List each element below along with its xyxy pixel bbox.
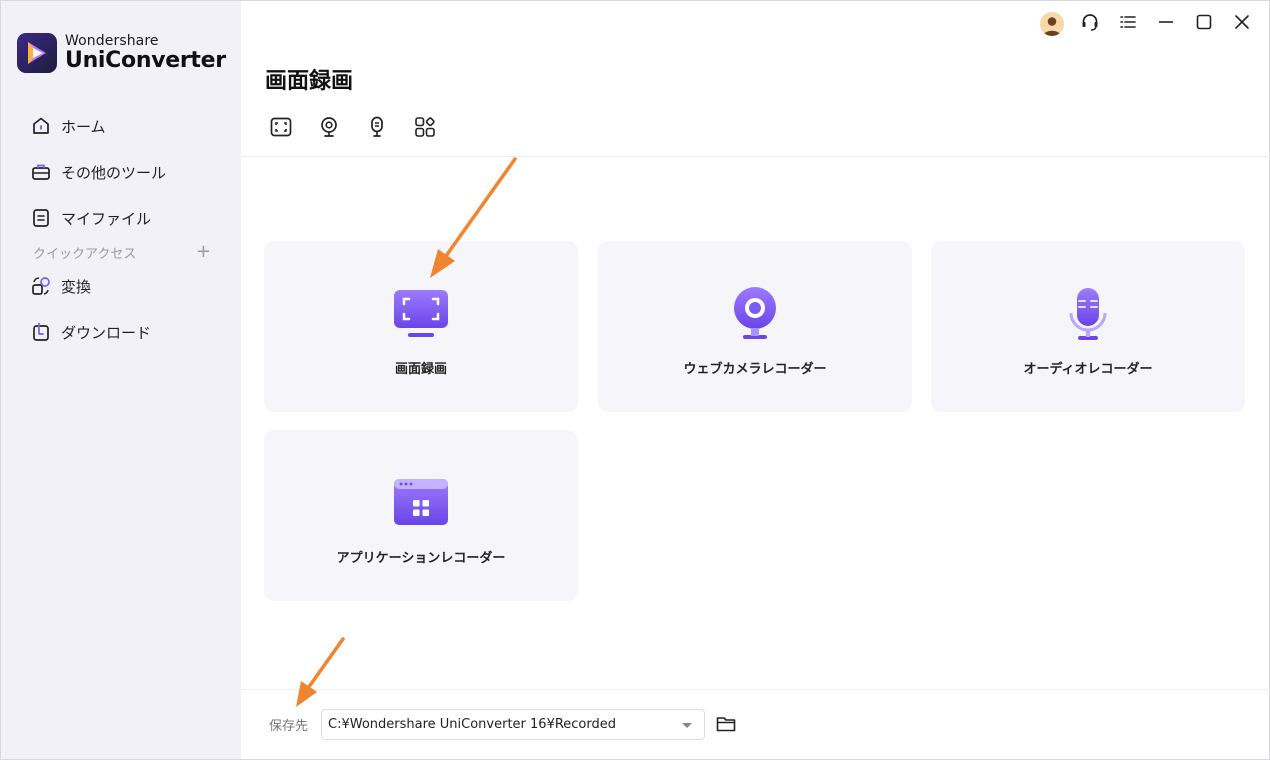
sidebar-item-tools[interactable]: その他のツール bbox=[1, 155, 241, 189]
audio-tab-icon bbox=[365, 115, 389, 143]
sidebar-item-home[interactable]: ホーム bbox=[1, 109, 241, 143]
account-button[interactable] bbox=[1039, 11, 1065, 37]
brand: Wondershare UniConverter bbox=[17, 33, 226, 73]
sidebar-item-my-files[interactable]: マイファイル bbox=[1, 201, 241, 235]
chevron-down-icon bbox=[682, 723, 692, 728]
avatar-icon bbox=[1040, 12, 1064, 36]
maximize-icon bbox=[1195, 13, 1213, 35]
tab-audio[interactable] bbox=[363, 115, 391, 143]
save-location-label: 保存先 bbox=[269, 719, 309, 734]
quick-access-label: クイックアクセス bbox=[33, 246, 137, 262]
support-button[interactable] bbox=[1077, 11, 1103, 37]
card-label: ウェブカメラレコーダー bbox=[683, 362, 827, 377]
sidebar-nav: ホーム その他のツール マイファイル クイックアクセス + 変換 ダウンロード bbox=[1, 109, 241, 361]
headset-icon bbox=[1080, 12, 1100, 36]
webcam-tab-icon bbox=[317, 115, 341, 143]
annotation-arrow-bottom bbox=[296, 637, 345, 707]
screen-record-tab-icon bbox=[269, 115, 293, 143]
close-icon bbox=[1233, 13, 1251, 35]
header-divider bbox=[241, 156, 1270, 157]
sidebar-item-label: その他のツール bbox=[61, 163, 167, 182]
toolbox-icon bbox=[31, 162, 51, 182]
download-icon bbox=[31, 322, 51, 342]
menu-icon bbox=[1118, 12, 1138, 36]
open-folder-button[interactable] bbox=[715, 713, 737, 735]
minimize-icon bbox=[1157, 13, 1175, 35]
sidebar-item-label: 変換 bbox=[61, 277, 92, 296]
sidebar: Wondershare UniConverter ホーム その他のツール マイフ… bbox=[1, 1, 241, 759]
menu-button[interactable] bbox=[1115, 11, 1141, 37]
apps-tab-icon bbox=[413, 115, 437, 143]
page-title: 画面録画 bbox=[265, 69, 354, 94]
home-icon bbox=[31, 116, 51, 136]
screen-recorder-icon bbox=[391, 285, 451, 345]
folder-icon bbox=[715, 717, 737, 739]
convert-icon bbox=[31, 276, 51, 296]
card-label: アプリケーションレコーダー bbox=[336, 551, 506, 566]
tab-applications[interactable] bbox=[411, 115, 439, 143]
minimize-button[interactable] bbox=[1153, 11, 1179, 37]
audio-recorder-icon bbox=[1058, 285, 1118, 345]
sidebar-item-convert[interactable]: 変換 bbox=[1, 269, 241, 303]
sidebar-item-label: ホーム bbox=[61, 117, 106, 136]
card-label: 画面録画 bbox=[394, 362, 447, 377]
sidebar-item-download[interactable]: ダウンロード bbox=[1, 315, 241, 349]
app-recorder-icon bbox=[391, 474, 451, 534]
add-quick-access-button[interactable]: + bbox=[196, 243, 211, 261]
tab-screen-record[interactable] bbox=[267, 115, 295, 143]
card-screen-recorder[interactable]: 画面録画 bbox=[264, 241, 578, 412]
file-icon bbox=[31, 208, 51, 228]
maximize-button[interactable] bbox=[1191, 11, 1217, 37]
close-button[interactable] bbox=[1229, 11, 1255, 37]
bottom-divider bbox=[241, 689, 1270, 690]
save-path-value: C:¥Wondershare UniConverter 16¥Recorded bbox=[328, 717, 616, 732]
uniconverter-logo-icon bbox=[17, 33, 57, 73]
sidebar-item-label: マイファイル bbox=[61, 209, 152, 228]
sidebar-item-label: ダウンロード bbox=[61, 323, 152, 342]
brand-title: UniConverter bbox=[65, 48, 226, 73]
card-label: オーディオレコーダー bbox=[1023, 362, 1153, 377]
card-app-recorder[interactable]: アプリケーションレコーダー bbox=[264, 430, 578, 601]
brand-subtitle: Wondershare bbox=[65, 33, 159, 49]
card-webcam-recorder[interactable]: ウェブカメラレコーダー bbox=[598, 241, 912, 412]
card-audio-recorder[interactable]: オーディオレコーダー bbox=[931, 241, 1245, 412]
quick-access-header: クイックアクセス + bbox=[1, 241, 241, 263]
app-window: Wondershare UniConverter ホーム その他のツール マイフ… bbox=[0, 0, 1270, 760]
titlebar-controls bbox=[1027, 11, 1255, 37]
webcam-recorder-icon bbox=[725, 285, 785, 345]
tab-webcam[interactable] bbox=[315, 115, 343, 143]
recorder-tabs bbox=[267, 115, 459, 143]
save-path-select[interactable]: C:¥Wondershare UniConverter 16¥Recorded bbox=[321, 709, 705, 740]
